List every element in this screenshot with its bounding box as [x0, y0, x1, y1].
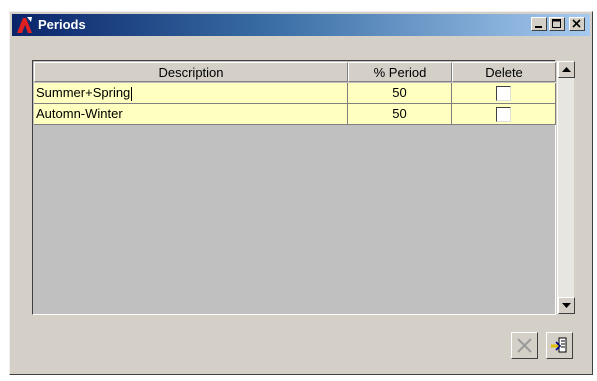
periods-grid[interactable]: Description % Period Delete Summer+Sprin…	[32, 60, 556, 315]
description-text: Summer+Spring	[36, 85, 131, 100]
delete-x-icon	[517, 338, 532, 353]
close-icon	[572, 19, 581, 28]
table-row[interactable]: Summer+Spring 50	[34, 83, 556, 104]
table-row[interactable]: Automn-Winter 50	[34, 104, 556, 125]
grid-header: Description % Period Delete	[34, 62, 556, 82]
delete-cell	[452, 83, 556, 104]
scroll-down-button[interactable]	[558, 297, 575, 314]
period-cell[interactable]: 50	[348, 104, 452, 125]
description-cell[interactable]: Automn-Winter	[34, 104, 348, 125]
title-bar[interactable]: Periods	[12, 14, 590, 36]
exit-button[interactable]	[546, 332, 573, 359]
column-header-period[interactable]: % Period	[348, 62, 452, 82]
maximize-icon	[552, 19, 561, 28]
window-title: Periods	[38, 17, 86, 32]
periods-window: Periods Description % Period Delete Summ…	[0, 0, 597, 381]
scroll-up-button[interactable]	[558, 61, 575, 78]
app-logo-icon	[17, 17, 32, 33]
exit-door-icon	[551, 337, 567, 353]
vertical-scrollbar[interactable]	[557, 61, 575, 314]
text-caret	[131, 86, 133, 101]
minimize-icon	[535, 26, 542, 28]
delete-checkbox[interactable]	[496, 85, 511, 101]
column-header-description[interactable]: Description	[34, 62, 348, 82]
maximize-button[interactable]	[549, 17, 565, 31]
arrow-down-icon	[562, 302, 571, 308]
close-button[interactable]	[569, 17, 585, 31]
delete-button[interactable]	[511, 332, 538, 359]
period-cell[interactable]: 50	[348, 83, 452, 104]
column-header-delete[interactable]: Delete	[452, 62, 556, 82]
delete-checkbox[interactable]	[496, 106, 511, 122]
description-cell[interactable]: Summer+Spring	[34, 83, 348, 104]
minimize-button[interactable]	[531, 17, 547, 31]
arrow-up-icon	[562, 66, 571, 72]
delete-cell	[452, 104, 556, 125]
